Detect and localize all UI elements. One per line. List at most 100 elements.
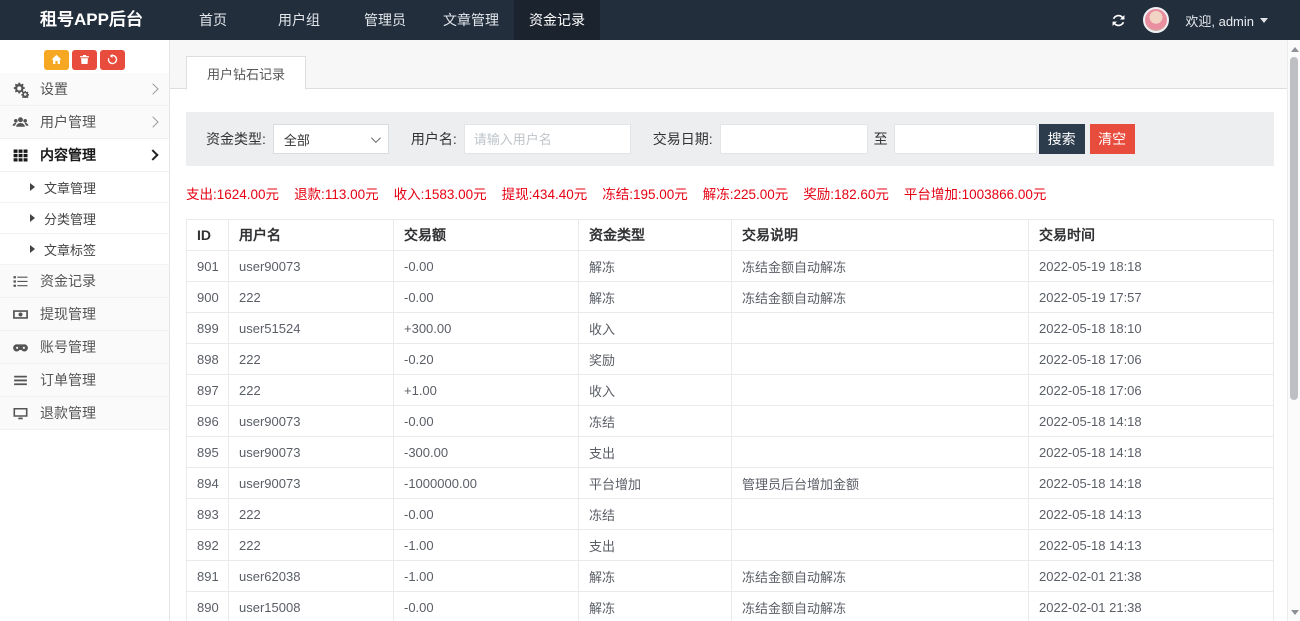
table-cell <box>732 437 1029 468</box>
sidebar-item-withdrawal-management[interactable]: 提现管理 <box>0 298 169 331</box>
home-icon <box>50 53 63 66</box>
username-input[interactable] <box>464 124 631 154</box>
stats-summary: 支出:1624.00元退款:113.00元收入:1583.00元提现:434.4… <box>186 183 1274 203</box>
chevron-right-icon <box>147 149 158 160</box>
sidebar-subitem-article-tags[interactable]: 文章标签 <box>0 234 169 265</box>
table-cell: user15008 <box>229 592 394 621</box>
table-cell: 管理员后台增加金额 <box>732 468 1029 499</box>
clear-button[interactable]: 清空 <box>1090 124 1135 154</box>
user-avatar[interactable] <box>1143 7 1169 33</box>
table-cell: -0.00 <box>394 499 579 530</box>
table-cell <box>732 375 1029 406</box>
table-cell: user62038 <box>229 561 394 592</box>
table-cell: 解冻 <box>579 282 732 313</box>
table-cell: 2022-05-19 17:57 <box>1029 282 1274 313</box>
nav-item-article-management[interactable]: 文章管理 <box>428 0 514 40</box>
fund-type-label: 资金类型: <box>206 129 266 149</box>
table-cell: 894 <box>187 468 229 499</box>
nav-item-home[interactable]: 首页 <box>170 0 256 40</box>
sidebar-subitem-category-management[interactable]: 分类管理 <box>0 203 169 234</box>
sidebar-item-order-management[interactable]: 订单管理 <box>0 364 169 397</box>
sidebar-item-fund-records[interactable]: 资金记录 <box>0 265 169 298</box>
sidebar: 设置用户管理内容管理文章管理分类管理文章标签资金记录提现管理账号管理订单管理退款… <box>0 40 170 621</box>
sidebar-toolbar <box>0 40 169 73</box>
table-cell: 893 <box>187 499 229 530</box>
table-cell: -1.00 <box>394 561 579 592</box>
column-header: 交易说明 <box>732 220 1029 251</box>
sidebar-item-user-management[interactable]: 用户管理 <box>0 106 169 139</box>
date-to-label: 至 <box>874 129 888 149</box>
table-cell: 222 <box>229 530 394 561</box>
welcome-text: 欢迎, admin <box>1185 11 1254 30</box>
home-button[interactable] <box>44 50 69 70</box>
content-area: 资金类型: 全部 用户名: 交易日期: 至 搜索 清空 支出:1624.00元退… <box>170 89 1287 621</box>
table-cell: 解冻 <box>579 561 732 592</box>
clear-cache-button[interactable] <box>72 50 97 70</box>
nav-item-admin[interactable]: 管理员 <box>342 0 428 40</box>
column-header: 资金类型 <box>579 220 732 251</box>
column-header: 交易时间 <box>1029 220 1274 251</box>
table-cell: -0.00 <box>394 251 579 282</box>
recycle-button[interactable] <box>100 50 125 70</box>
column-header: 交易额 <box>394 220 579 251</box>
table-row: 892222-1.00支出2022-05-18 14:13 <box>187 530 1274 561</box>
sidebar-subitem-label: 文章标签 <box>44 240 96 259</box>
stat-item: 收入:1583.00元 <box>394 183 487 203</box>
date-from-input[interactable] <box>720 124 868 154</box>
monitor-icon <box>12 405 29 422</box>
sidebar-item-refund-management[interactable]: 退款管理 <box>0 397 169 430</box>
sidebar-item-label: 账号管理 <box>40 337 96 357</box>
sidebar-item-account-management[interactable]: 账号管理 <box>0 331 169 364</box>
table-cell: +300.00 <box>394 313 579 344</box>
tab-user-diamond-records[interactable]: 用户钻石记录 <box>186 56 306 90</box>
table-cell: user90073 <box>229 251 394 282</box>
table-cell: 冻结金额自动解冻 <box>732 592 1029 621</box>
app-title: 租号APP后台 <box>0 0 170 40</box>
table-row: 901user90073-0.00解冻冻结金额自动解冻2022-05-19 18… <box>187 251 1274 282</box>
nav-item-fund-records[interactable]: 资金记录 <box>514 0 600 40</box>
table-cell: 2022-05-19 18:18 <box>1029 251 1274 282</box>
sidebar-item-settings[interactable]: 设置 <box>0 73 169 106</box>
table-cell: 冻结 <box>579 406 732 437</box>
table-cell: 222 <box>229 499 394 530</box>
table-cell: 896 <box>187 406 229 437</box>
nav-item-user-group[interactable]: 用户组 <box>256 0 342 40</box>
stat-item: 平台增加:1003866.00元 <box>904 183 1047 203</box>
scrollbar-thumb[interactable] <box>1290 57 1298 400</box>
table-cell <box>732 499 1029 530</box>
bars-icon <box>12 372 29 389</box>
table-cell: user51524 <box>229 313 394 344</box>
caret-down-icon <box>1260 18 1268 23</box>
table-cell: 2022-05-18 14:18 <box>1029 406 1274 437</box>
date-to-input[interactable] <box>894 124 1037 154</box>
table-cell: 897 <box>187 375 229 406</box>
triangle-right-icon <box>30 245 35 253</box>
table-cell: 222 <box>229 282 394 313</box>
vertical-scrollbar[interactable] <box>1287 40 1300 621</box>
refresh-icon[interactable] <box>1110 12 1127 29</box>
scroll-up-arrow[interactable] <box>1288 42 1300 56</box>
sidebar-item-content-management[interactable]: 内容管理 <box>0 139 169 172</box>
stat-item: 解冻:225.00元 <box>703 183 789 203</box>
stat-item: 冻结:195.00元 <box>602 183 688 203</box>
user-dropdown[interactable]: 欢迎, admin <box>1185 11 1268 30</box>
filter-bar: 资金类型: 全部 用户名: 交易日期: 至 搜索 清空 <box>186 112 1274 166</box>
fund-type-select[interactable]: 全部 <box>273 124 389 154</box>
chevron-down-icon <box>371 133 381 143</box>
stat-item: 支出:1624.00元 <box>186 183 279 203</box>
app-window: 租号APP后台 首页用户组管理员文章管理资金记录 欢迎, admin 设置用户管… <box>0 0 1300 621</box>
table-cell: 冻结金额自动解冻 <box>732 561 1029 592</box>
scroll-down-arrow[interactable] <box>1288 605 1300 619</box>
chevron-right-icon <box>147 116 158 127</box>
date-label: 交易日期: <box>653 129 713 149</box>
gears-icon <box>12 81 29 98</box>
tab-strip: 用户钻石记录 <box>170 40 1287 89</box>
column-header: 用户名 <box>229 220 394 251</box>
search-button[interactable]: 搜索 <box>1039 124 1085 154</box>
sidebar-subitem-article-management[interactable]: 文章管理 <box>0 172 169 203</box>
table-row: 898222-0.20奖励2022-05-18 17:06 <box>187 344 1274 375</box>
sidebar-item-label: 用户管理 <box>40 112 96 132</box>
table-cell: 890 <box>187 592 229 621</box>
table-cell: 2022-02-01 21:38 <box>1029 561 1274 592</box>
table-cell: 支出 <box>579 530 732 561</box>
